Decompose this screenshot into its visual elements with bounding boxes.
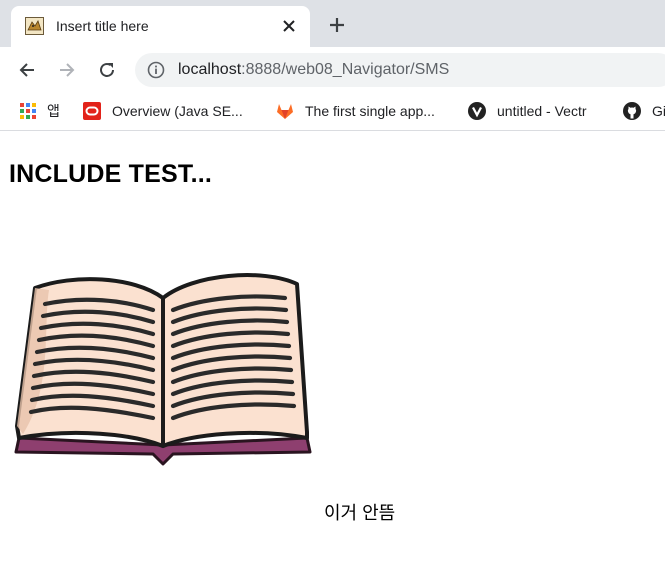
new-tab-button[interactable] (325, 13, 349, 37)
bookmark-vectr[interactable]: untitled - Vectr (468, 100, 587, 122)
reload-button[interactable] (94, 57, 120, 83)
arrow-right-icon (60, 63, 75, 77)
tab-title: Insert title here (56, 18, 149, 34)
page-content: INCLUDE TEST... 이거 안뜸 (0, 131, 665, 570)
info-icon[interactable] (147, 61, 165, 79)
tomcat-favicon-icon (25, 17, 44, 35)
vectr-icon (468, 102, 486, 120)
browser-tab[interactable]: Insert title here (11, 6, 310, 47)
address-bar[interactable]: localhost:8888/web08_Navigator/SMS (135, 53, 665, 87)
forward-button[interactable] (54, 57, 80, 83)
tab-strip: Insert title here (0, 0, 665, 47)
apps-grid-icon (20, 103, 36, 119)
bookmark-label: untitled - Vectr (497, 103, 587, 119)
bookmark-label: 앱 (47, 103, 60, 119)
bookmark-apps[interactable]: 앱 (20, 100, 60, 122)
oracle-icon (83, 102, 101, 120)
bookmark-github[interactable]: Gi (623, 100, 665, 122)
page-heading: INCLUDE TEST... (9, 160, 213, 188)
bookmark-label: Gi (652, 103, 665, 119)
open-book-icon (14, 273, 312, 466)
gitlab-icon (277, 104, 293, 119)
bookmark-gitlab[interactable]: The first single app... (276, 100, 435, 122)
bookmark-label: The first single app... (305, 103, 435, 119)
back-button[interactable] (14, 57, 40, 83)
url-host: localhost (178, 61, 242, 78)
url-text[interactable]: localhost:8888/web08_Navigator/SMS (178, 60, 449, 80)
bookmark-label: Overview (Java SE... (112, 103, 243, 119)
bookmarks-bar: 앱 Overview (Java SE... The first single … (0, 92, 665, 131)
bookmark-java-overview[interactable]: Overview (Java SE... (83, 100, 243, 122)
reload-icon (100, 62, 114, 77)
close-tab-icon[interactable] (277, 14, 301, 38)
url-path: :8888/web08_Navigator/SMS (241, 61, 450, 78)
github-icon (623, 102, 641, 120)
image-caption: 이거 안뜸 (324, 503, 396, 523)
arrow-left-icon (19, 63, 34, 77)
